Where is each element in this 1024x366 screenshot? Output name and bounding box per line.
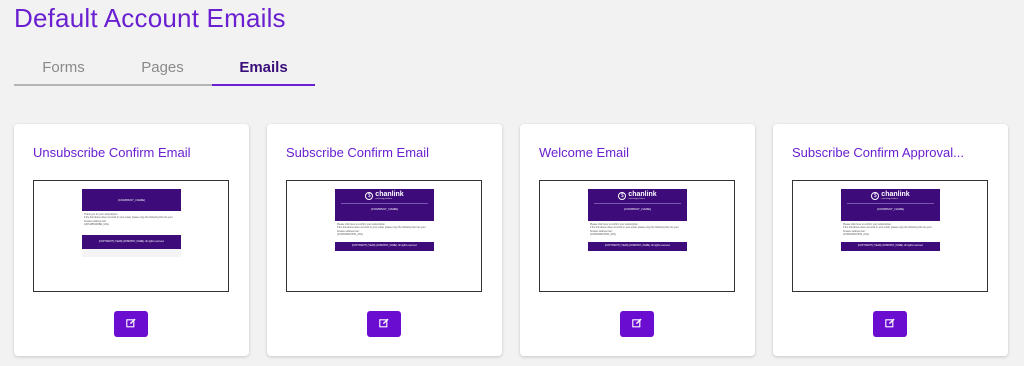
edit-icon [126,315,136,333]
email-template-thumbnail: {COMPANY_NAME} Thank you for your subscr… [82,189,181,257]
chanlink-logo: $ chanlink marketing platform [841,189,940,200]
email-body-line: {CONFIRMATION_URL} [337,233,363,237]
edit-icon [885,315,895,333]
chanlink-logo: $ chanlink marketing platform [588,189,687,200]
email-template-thumbnail: $ chanlink marketing platform {COMPANY_N… [588,189,687,251]
email-footer: {COPYRIGHT} {YEAR} {COMPANY_NAME}. All r… [841,242,940,251]
email-card-subscribe-confirm: Subscribe Confirm Email $ chanlink marke… [267,124,502,356]
tab-emails[interactable]: Emails [212,52,315,86]
card-title[interactable]: Welcome Email [539,145,629,160]
email-footer: {COPYRIGHT} {YEAR} {COMPANY_NAME}. All r… [335,242,434,251]
tab-forms[interactable]: Forms [14,52,113,86]
email-card-subscribe-confirm-approval: Subscribe Confirm Approval... $ chanlink… [773,124,1008,356]
email-body-line: If the link above does not work in your … [590,226,679,233]
logo-mark-icon: $ [871,192,880,200]
email-body-line: {UNSUBSCRIBE_URL} [84,223,109,227]
edit-icon [379,315,389,333]
email-body-line: {CONFIRMATION_URL} [843,233,869,237]
email-body: Please click here to confirm your subscr… [841,221,940,242]
email-body-line: If the link above does not work in your … [843,226,932,233]
tab-pages[interactable]: Pages [113,52,212,86]
email-body-line: If the link above does not work in your … [337,226,426,233]
email-body-line: If the link above does not work in your … [84,216,173,223]
email-body: Please click here to confirm your subscr… [335,221,434,242]
email-template-thumbnail: $ chanlink marketing platform {COMPANY_N… [335,189,434,251]
email-header: $ chanlink marketing platform {COMPANY_N… [335,189,434,221]
email-body: Please click here to confirm your subscr… [588,221,687,242]
edit-button[interactable] [873,311,907,337]
email-header: $ chanlink marketing platform {COMPANY_N… [588,189,687,221]
email-header: {COMPANY_NAME} [82,189,181,211]
email-card-welcome: Welcome Email $ chanlink marketing platf… [520,124,755,356]
email-body-line: {CONFIRMATION_URL} [590,233,616,237]
edit-button[interactable] [620,311,654,337]
logo-mark-icon: $ [365,192,374,200]
email-cards: Unsubscribe Confirm Email {COMPANY_NAME}… [14,124,1008,356]
page-title: Default Account Emails [14,3,286,33]
email-header: $ chanlink marketing platform {COMPANY_N… [841,189,940,221]
email-preview[interactable]: {COMPANY_NAME} Thank you for your subscr… [33,180,229,292]
card-title[interactable]: Subscribe Confirm Approval... [792,145,964,160]
email-footer: {COPYRIGHT} {YEAR} {COMPANY_NAME}. All r… [588,242,687,251]
email-footer: {COPYRIGHT} {YEAR} {COMPANY_NAME}. All r… [82,235,181,249]
email-body: Thank you for your subscription. If the … [82,211,181,235]
edit-icon [632,315,642,333]
email-preview[interactable]: $ chanlink marketing platform {COMPANY_N… [286,180,482,292]
card-title[interactable]: Subscribe Confirm Email [286,145,429,160]
logo-mark-icon: $ [618,192,627,200]
email-preview[interactable]: $ chanlink marketing platform {COMPANY_N… [792,180,988,292]
chanlink-logo: $ chanlink marketing platform [335,189,434,200]
edit-button[interactable] [114,311,148,337]
email-card-unsubscribe-confirm: Unsubscribe Confirm Email {COMPANY_NAME}… [14,124,249,356]
email-template-thumbnail: $ chanlink marketing platform {COMPANY_N… [841,189,940,251]
email-preview[interactable]: $ chanlink marketing platform {COMPANY_N… [539,180,735,292]
tab-bar: Forms Pages Emails [14,52,315,86]
card-title[interactable]: Unsubscribe Confirm Email [33,145,191,160]
edit-button[interactable] [367,311,401,337]
